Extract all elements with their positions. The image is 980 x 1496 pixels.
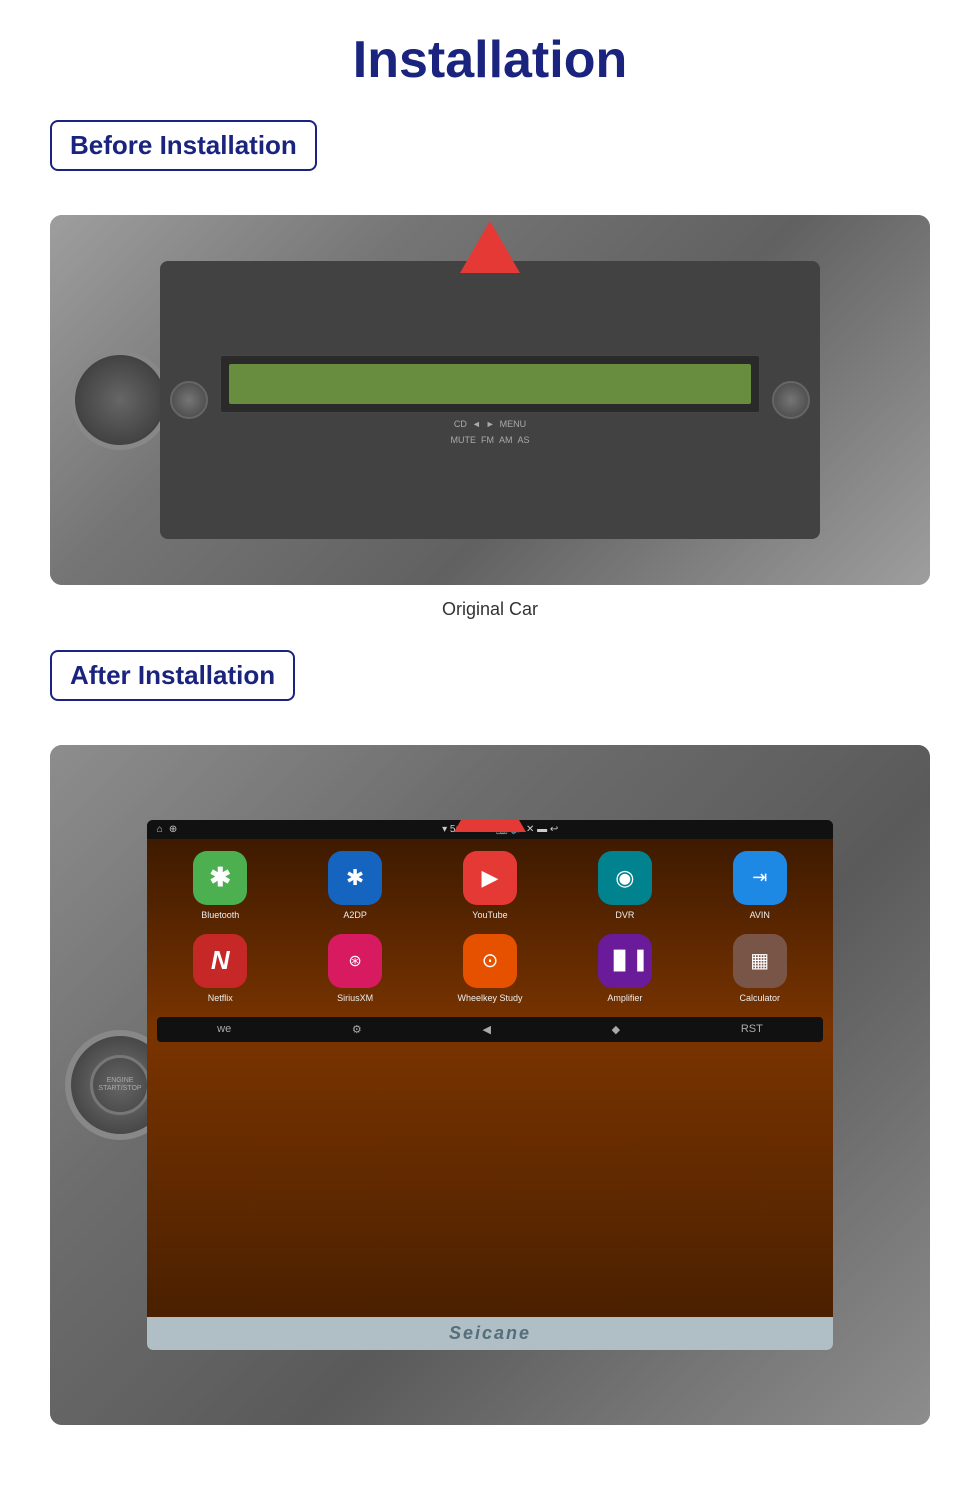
nav-home[interactable]: ◆ bbox=[612, 1023, 620, 1036]
nav-rst[interactable]: RST bbox=[741, 1023, 763, 1035]
app-a2dp-label: A2DP bbox=[343, 910, 367, 920]
app-bluetooth-label: Bluetooth bbox=[201, 910, 239, 920]
app-calculator-label: Calculator bbox=[739, 993, 780, 1003]
app-wheelkey[interactable]: ⊙ Wheelkey Study bbox=[427, 934, 554, 1003]
nav-back[interactable]: ◀ bbox=[482, 1023, 490, 1036]
home-icon[interactable]: ⌂ bbox=[157, 824, 163, 835]
app-grid-row1: ✱ Bluetooth ✱ A2DP ▶ bbox=[157, 851, 823, 1003]
after-installation-label: After Installation bbox=[50, 650, 295, 701]
app-wheelkey-label: Wheelkey Study bbox=[457, 993, 522, 1003]
app-bluetooth[interactable]: ✱ Bluetooth bbox=[157, 851, 284, 920]
app-siriusxm[interactable]: ⊛ SiriusXM bbox=[292, 934, 419, 1003]
android-home-area: ✱ Bluetooth ✱ A2DP ▶ bbox=[147, 839, 833, 1317]
seicane-brand: Seicane bbox=[147, 1317, 833, 1350]
app-dvr[interactable]: ◉ DVR bbox=[561, 851, 688, 920]
page-title: Installation bbox=[50, 30, 930, 90]
after-installation-image: ENGINESTART/STOP ⌂ ⊕ ▾ 5:28 PM 📷 🔊 ✕ ▬ ↩ bbox=[50, 745, 930, 1425]
android-navbar: we ⚙ ◀ ◆ RST bbox=[157, 1017, 823, 1042]
wifi-icon: ⊕ bbox=[169, 824, 177, 835]
app-amplifier-label: Amplifier bbox=[607, 993, 642, 1003]
app-a2dp[interactable]: ✱ A2DP bbox=[292, 851, 419, 920]
app-youtube[interactable]: ▶ YouTube bbox=[427, 851, 554, 920]
app-calculator[interactable]: ▦ Calculator bbox=[696, 934, 823, 1003]
app-netflix-label: Netflix bbox=[208, 993, 233, 1003]
app-avin-label: AVIN bbox=[750, 910, 770, 920]
before-installation-label: Before Installation bbox=[50, 120, 317, 171]
before-installation-image: CD ◄ ► MENU MUTE FM AM AS bbox=[50, 215, 930, 585]
app-dvr-label: DVR bbox=[615, 910, 634, 920]
nav-settings[interactable]: ⚙ bbox=[352, 1023, 362, 1036]
nav-we[interactable]: we bbox=[217, 1023, 231, 1035]
app-avin[interactable]: ⇥ AVIN bbox=[696, 851, 823, 920]
app-youtube-label: YouTube bbox=[472, 910, 507, 920]
app-netflix[interactable]: N Netflix bbox=[157, 934, 284, 1003]
app-siriusxm-label: SiriusXM bbox=[337, 993, 373, 1003]
before-image-caption: Original Car bbox=[50, 599, 930, 620]
app-amplifier[interactable]: ▐▌▐ Amplifier bbox=[561, 934, 688, 1003]
